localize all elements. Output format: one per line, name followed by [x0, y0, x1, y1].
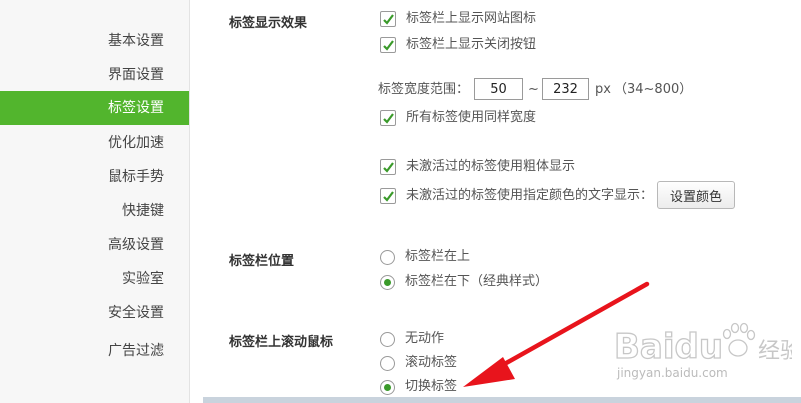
paw-icon [722, 322, 756, 357]
section-title-tab-scroll: 标签栏上滚动鼠标 [229, 335, 334, 350]
sidebar-item-tabs[interactable]: 标签设置 [0, 91, 189, 125]
tab-position-top-label: 标签栏在上 [405, 249, 471, 264]
show-site-icon-checkbox[interactable] [380, 11, 396, 27]
sidebar-item-label: 基本设置 [108, 33, 164, 49]
tab-position-bottom-radio[interactable] [380, 275, 395, 290]
switch-tabs-radio[interactable] [380, 380, 395, 395]
section-title-tab-display: 标签显示效果 [229, 16, 308, 31]
show-site-icon-label: 标签栏上显示网站图标 [406, 11, 537, 26]
scroll-none-label: 无动作 [405, 331, 445, 346]
sidebar-item-basic[interactable]: 基本设置 [0, 24, 189, 58]
sidebar-item-shortcuts[interactable]: 快捷键 [0, 194, 189, 228]
sidebar-item-interface[interactable]: 界面设置 [0, 58, 189, 92]
width-min-input[interactable] [474, 78, 523, 100]
sidebar-item-lab[interactable]: 实验室 [0, 262, 189, 296]
sidebar-item-gestures[interactable]: 鼠标手势 [0, 160, 189, 194]
sidebar-item-advanced[interactable]: 高级设置 [0, 228, 189, 262]
width-range-separator: ~ [528, 82, 539, 97]
switch-tabs-label: 切换标签 [405, 379, 458, 394]
watermark-logo: Baidu 经验 [613, 322, 801, 368]
baidu-jingyan-watermark: Baidu 经验 jingyan.baidu.com [612, 316, 801, 386]
sidebar-item-adblock[interactable]: 广告过滤 [0, 334, 189, 368]
settings-sidebar: 基本设置 界面设置 标签设置 优化加速 鼠标手势 快捷键 高级设置 实验室 安全… [0, 0, 190, 403]
sidebar-item-label: 安全设置 [108, 305, 164, 321]
bold-inactive-checkbox[interactable] [380, 159, 396, 175]
watermark-logo-text: Baidu [614, 327, 723, 366]
checkmark-icon [383, 162, 394, 173]
watermark-logo-suffix: 经验 [758, 339, 792, 364]
watermark-url: jingyan.baidu.com [617, 366, 728, 380]
sidebar-item-label: 高级设置 [108, 237, 164, 253]
show-close-button-checkbox[interactable] [380, 37, 396, 53]
set-color-button[interactable]: 设置颜色 [657, 181, 735, 209]
sidebar-item-label: 鼠标手势 [108, 169, 164, 185]
scroll-none-radio[interactable] [380, 332, 395, 347]
width-unit-label: px [595, 82, 611, 97]
scroll-tabs-label: 滚动标签 [405, 355, 458, 370]
sidebar-item-label: 广告过滤 [108, 343, 164, 359]
sidebar-item-optimize[interactable]: 优化加速 [0, 126, 189, 160]
section-title-tab-position: 标签栏位置 [229, 254, 295, 269]
sidebar-item-label: 实验室 [122, 271, 164, 287]
color-inactive-label: 未激活过的标签使用指定颜色的文字显示： [406, 188, 654, 203]
sidebar-item-label: 优化加速 [108, 135, 164, 151]
checkmark-icon [383, 14, 394, 25]
width-range-hint: （34~800） [614, 82, 693, 97]
tab-position-top-radio[interactable] [380, 250, 395, 265]
same-width-checkbox[interactable] [380, 110, 396, 126]
same-width-label: 所有标签使用同样宽度 [406, 110, 537, 125]
width-range-label: 标签宽度范围： [378, 82, 470, 97]
sidebar-item-label: 界面设置 [108, 67, 164, 83]
horizontal-scrollbar[interactable] [203, 397, 801, 403]
scroll-tabs-radio[interactable] [380, 356, 395, 371]
sidebar-item-security[interactable]: 安全设置 [0, 296, 189, 330]
color-inactive-checkbox[interactable] [380, 188, 396, 204]
show-close-button-label: 标签栏上显示关闭按钮 [406, 37, 537, 52]
width-max-input[interactable] [542, 78, 589, 100]
tab-position-bottom-label: 标签栏在下（经典样式） [405, 274, 549, 289]
sidebar-item-label: 快捷键 [122, 203, 164, 219]
checkmark-icon [383, 40, 394, 51]
checkmark-icon [383, 191, 394, 202]
bold-inactive-label: 未激活过的标签使用粗体显示 [406, 159, 576, 174]
sidebar-item-label: 标签设置 [108, 100, 164, 116]
checkmark-icon [383, 113, 394, 124]
